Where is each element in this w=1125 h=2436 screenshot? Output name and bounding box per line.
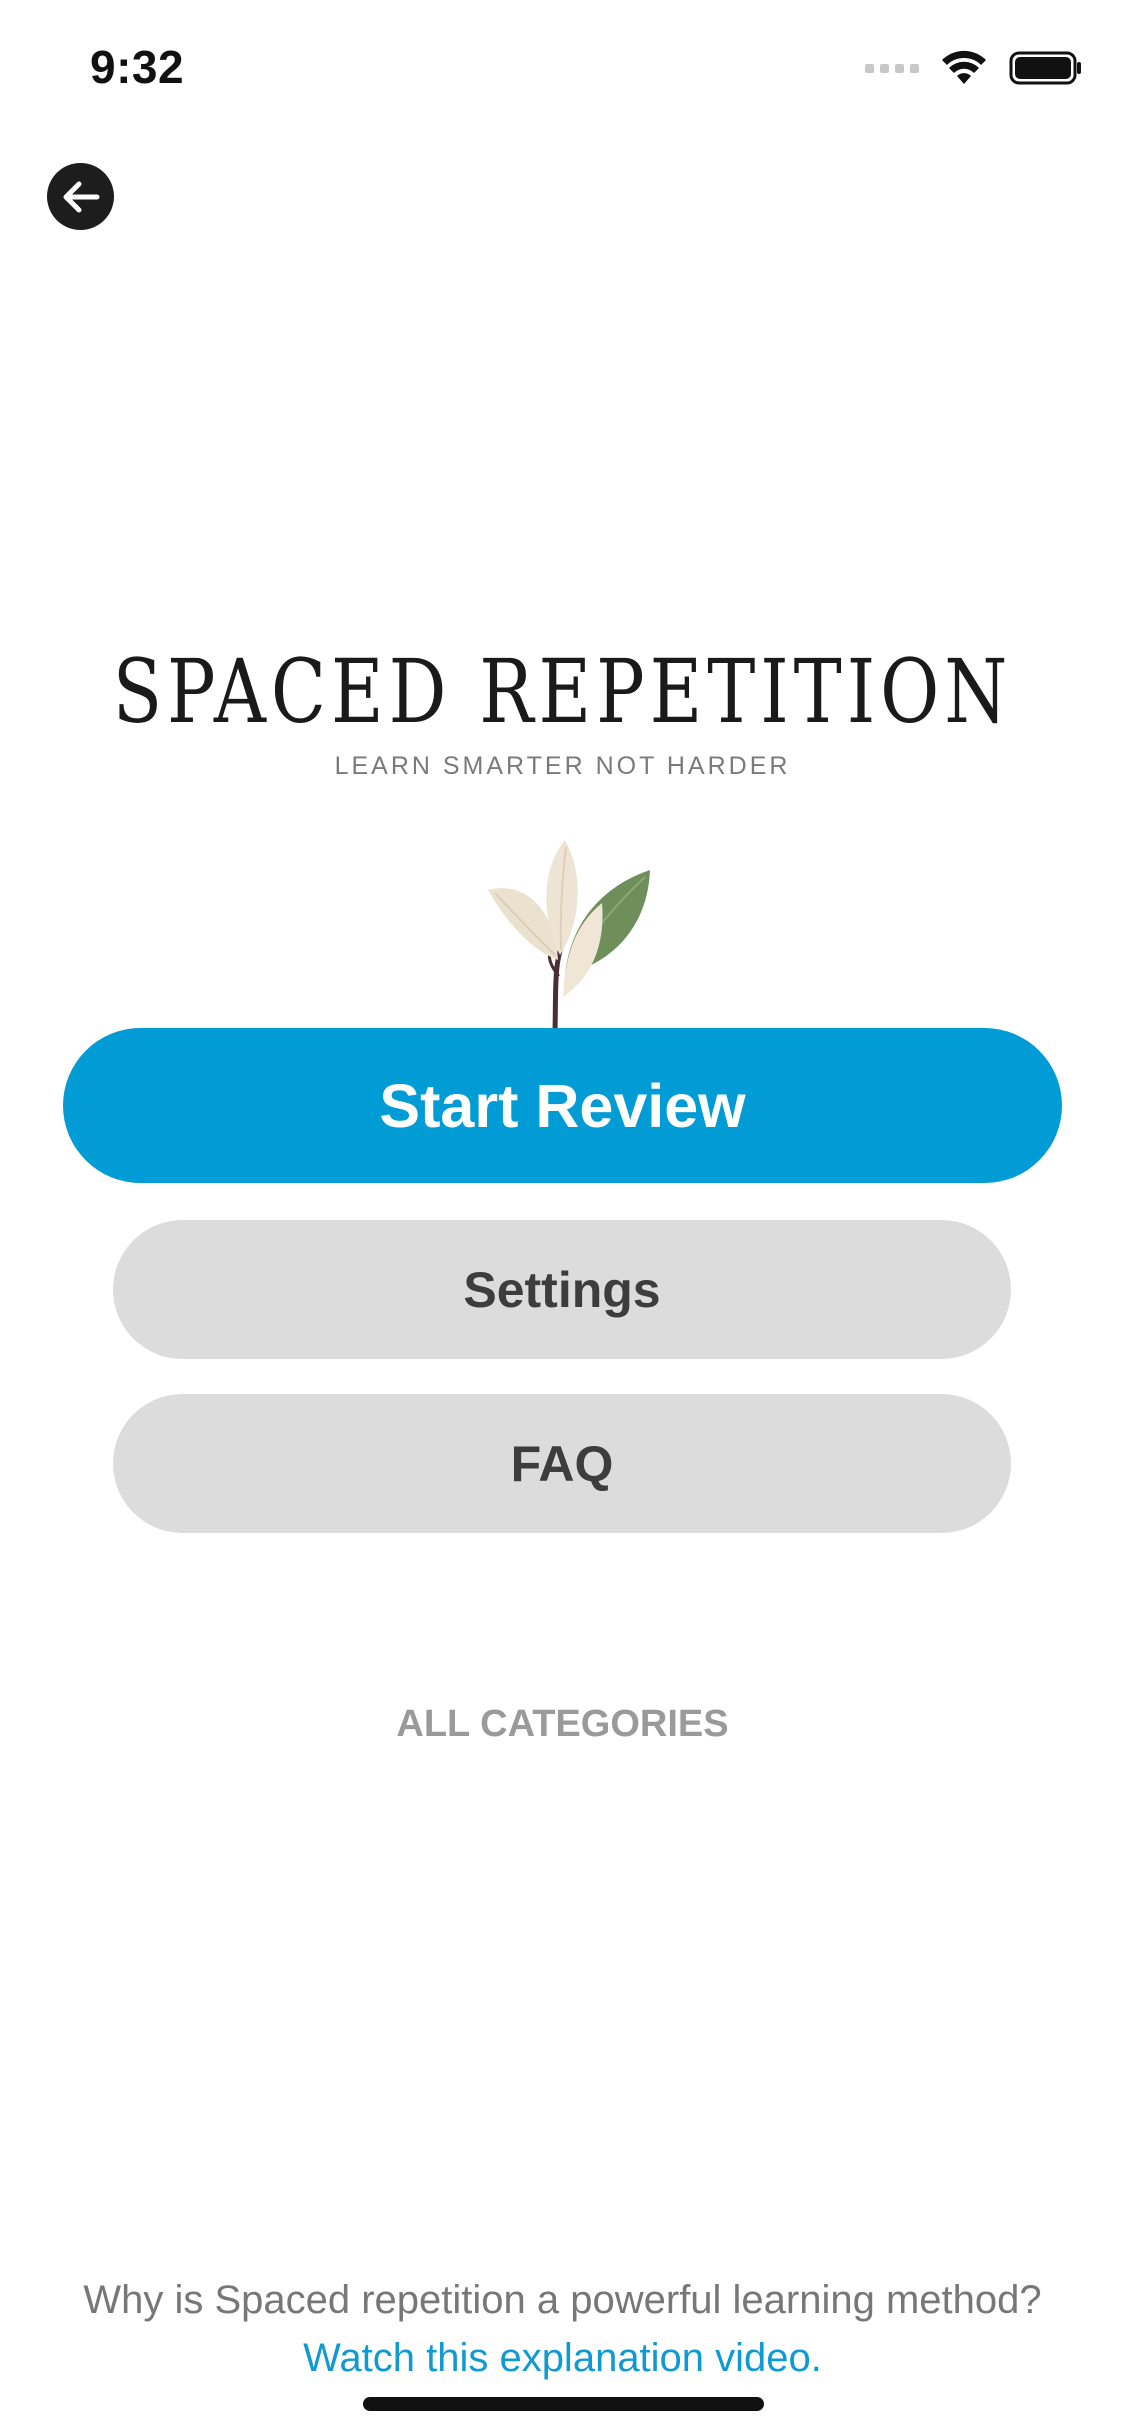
wifi-icon [942,50,986,84]
arrow-left-icon [63,181,99,212]
home-indicator[interactable] [363,2397,764,2411]
status-time: 9:32 [90,41,185,93]
settings-button[interactable]: Settings [113,1220,1011,1359]
explanation-video-link[interactable]: Watch this explanation video. [0,2336,1125,2381]
all-categories-heading[interactable]: ALL CATEGORIES [0,1703,1125,1746]
plant-logo-icon [488,840,650,1030]
faq-button[interactable]: FAQ [113,1394,1011,1533]
back-button[interactable] [47,163,114,230]
logo-subtitle: LEARN SMARTER NOT HARDER [334,752,791,780]
explanation-question: Why is Spaced repetition a powerful lear… [83,2278,1042,2322]
status-icons [865,48,1083,88]
battery-icon [1009,51,1081,85]
logo-title: SPACED REPETITION [112,640,1013,743]
start-review-button[interactable]: Start Review [63,1028,1062,1183]
cellular-signal-icon [865,63,919,73]
